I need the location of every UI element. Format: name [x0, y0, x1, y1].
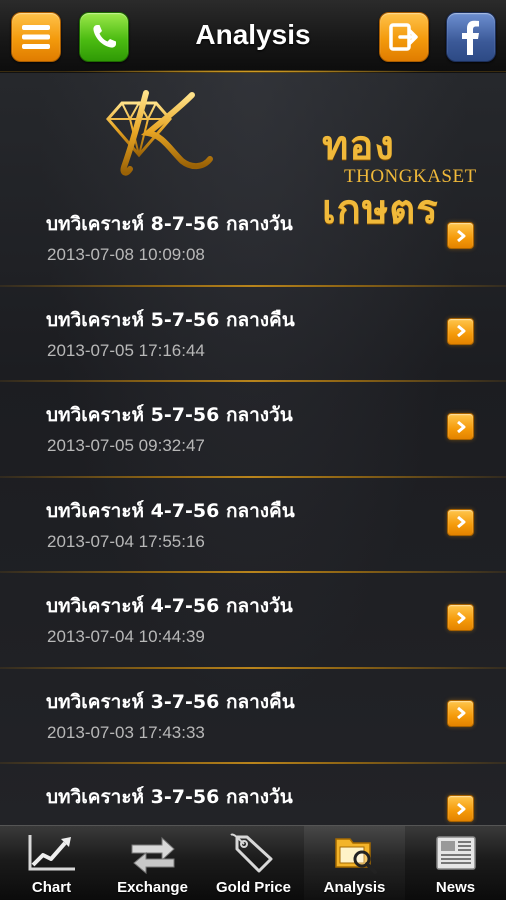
analysis-icon: [334, 838, 377, 874]
call-button[interactable]: [79, 12, 129, 62]
logo-english-text: THONGKASET: [344, 166, 477, 187]
phone-icon: [93, 25, 116, 48]
tab-label: Analysis: [323, 879, 386, 896]
tab-exchange[interactable]: Exchange: [102, 826, 203, 900]
chevron-right-icon[interactable]: [447, 317, 474, 345]
list-item[interactable]: บทวิเคราะห์ 3-7-56 กลางวัน: [0, 762, 506, 825]
item-title: บทวิเคราะห์ 3-7-56 กลางวัน: [46, 786, 293, 808]
item-date: 2013-07-04 17:55:16: [47, 531, 205, 551]
item-title: บทวิเคราะห์ 4-7-56 กลางวัน: [46, 595, 293, 617]
chevron-right-icon[interactable]: [447, 413, 474, 440]
menu-button[interactable]: [11, 12, 61, 62]
chevron-right-icon[interactable]: [447, 604, 474, 631]
list-item[interactable]: บทวิเคราะห์ 5-7-56 กลางคืน 2013-07-05 17…: [0, 284, 506, 381]
item-title: บทวิเคราะห์ 5-7-56 กลางวัน: [46, 404, 293, 426]
tab-label: Chart: [31, 879, 72, 896]
exchange-icon: [131, 836, 175, 875]
list-item[interactable]: บทวิเคราะห์ 4-7-56 กลางคืน 2013-07-04 17…: [0, 475, 506, 572]
thongkaset-logo: ทองเกษตร THONGKASET: [100, 89, 476, 232]
page-title: Analysis: [195, 19, 311, 50]
item-date: 2013-07-04 10:44:39: [47, 627, 205, 646]
tab-label: Exchange: [117, 879, 188, 896]
item-title: บทวิเคราะห์ 4-7-56 กลางคืน: [46, 499, 295, 522]
chevron-right-icon[interactable]: [447, 508, 474, 536]
chart-icon: [28, 835, 75, 871]
item-title: บทวิเคราะห์ 5-7-56 กลางคืน: [46, 308, 295, 331]
facebook-icon: [462, 20, 479, 55]
list-item[interactable]: บทวิเคราะห์ 4-7-56 กลางวัน 2013-07-04 10…: [0, 571, 506, 667]
analysis-list: บทวิเคราะห์ 8-7-56 กลางวัน 2013-07-08 10…: [0, 189, 506, 825]
tab-gold-price[interactable]: Gold Price: [203, 826, 304, 900]
item-date: 2013-07-05 09:32:47: [47, 436, 205, 455]
list-item[interactable]: บทวิเคราะห์ 5-7-56 กลางวัน 2013-07-05 09…: [0, 380, 506, 476]
app-header: Analysis: [0, 0, 506, 73]
logout-button[interactable]: [379, 12, 429, 62]
tab-analysis[interactable]: Analysis: [304, 826, 405, 900]
list-item[interactable]: บทวิเคราะห์ 8-7-56 กลางวัน 2013-07-08 10…: [0, 189, 506, 285]
logout-icon: [389, 23, 418, 51]
item-date: 2013-07-03 17:43:33: [47, 722, 205, 742]
menu-icon: [22, 25, 50, 49]
tab-news[interactable]: News: [405, 826, 506, 900]
chevron-right-icon[interactable]: [447, 795, 474, 822]
analysis-content: ทองเกษตร THONGKASET บทวิเคราะห์ 8-7-56 ก…: [0, 73, 506, 825]
news-icon: [435, 836, 476, 870]
item-title: บทวิเคราะห์ 8-7-56 กลางวัน: [46, 213, 293, 235]
tab-label: Gold Price: [215, 879, 292, 896]
list-item[interactable]: บทวิเคราะห์ 3-7-56 กลางคืน 2013-07-03 17…: [0, 666, 506, 763]
item-date: 2013-07-05 17:16:44: [47, 340, 205, 360]
item-title: บทวิเคราะห์ 3-7-56 กลางคืน: [46, 690, 295, 713]
bottom-tab-bar: Chart Exchange Gold Price Analysis News: [0, 825, 506, 900]
facebook-button[interactable]: [446, 12, 496, 62]
chevron-right-icon[interactable]: [447, 699, 474, 727]
tab-label: News: [435, 879, 476, 896]
price-tag-icon: [229, 833, 272, 873]
item-date: 2013-07-08 10:09:08: [47, 245, 205, 264]
tab-chart[interactable]: Chart: [1, 826, 102, 900]
chevron-right-icon[interactable]: [447, 222, 474, 249]
diamond-k-logo-icon: [106, 90, 213, 176]
